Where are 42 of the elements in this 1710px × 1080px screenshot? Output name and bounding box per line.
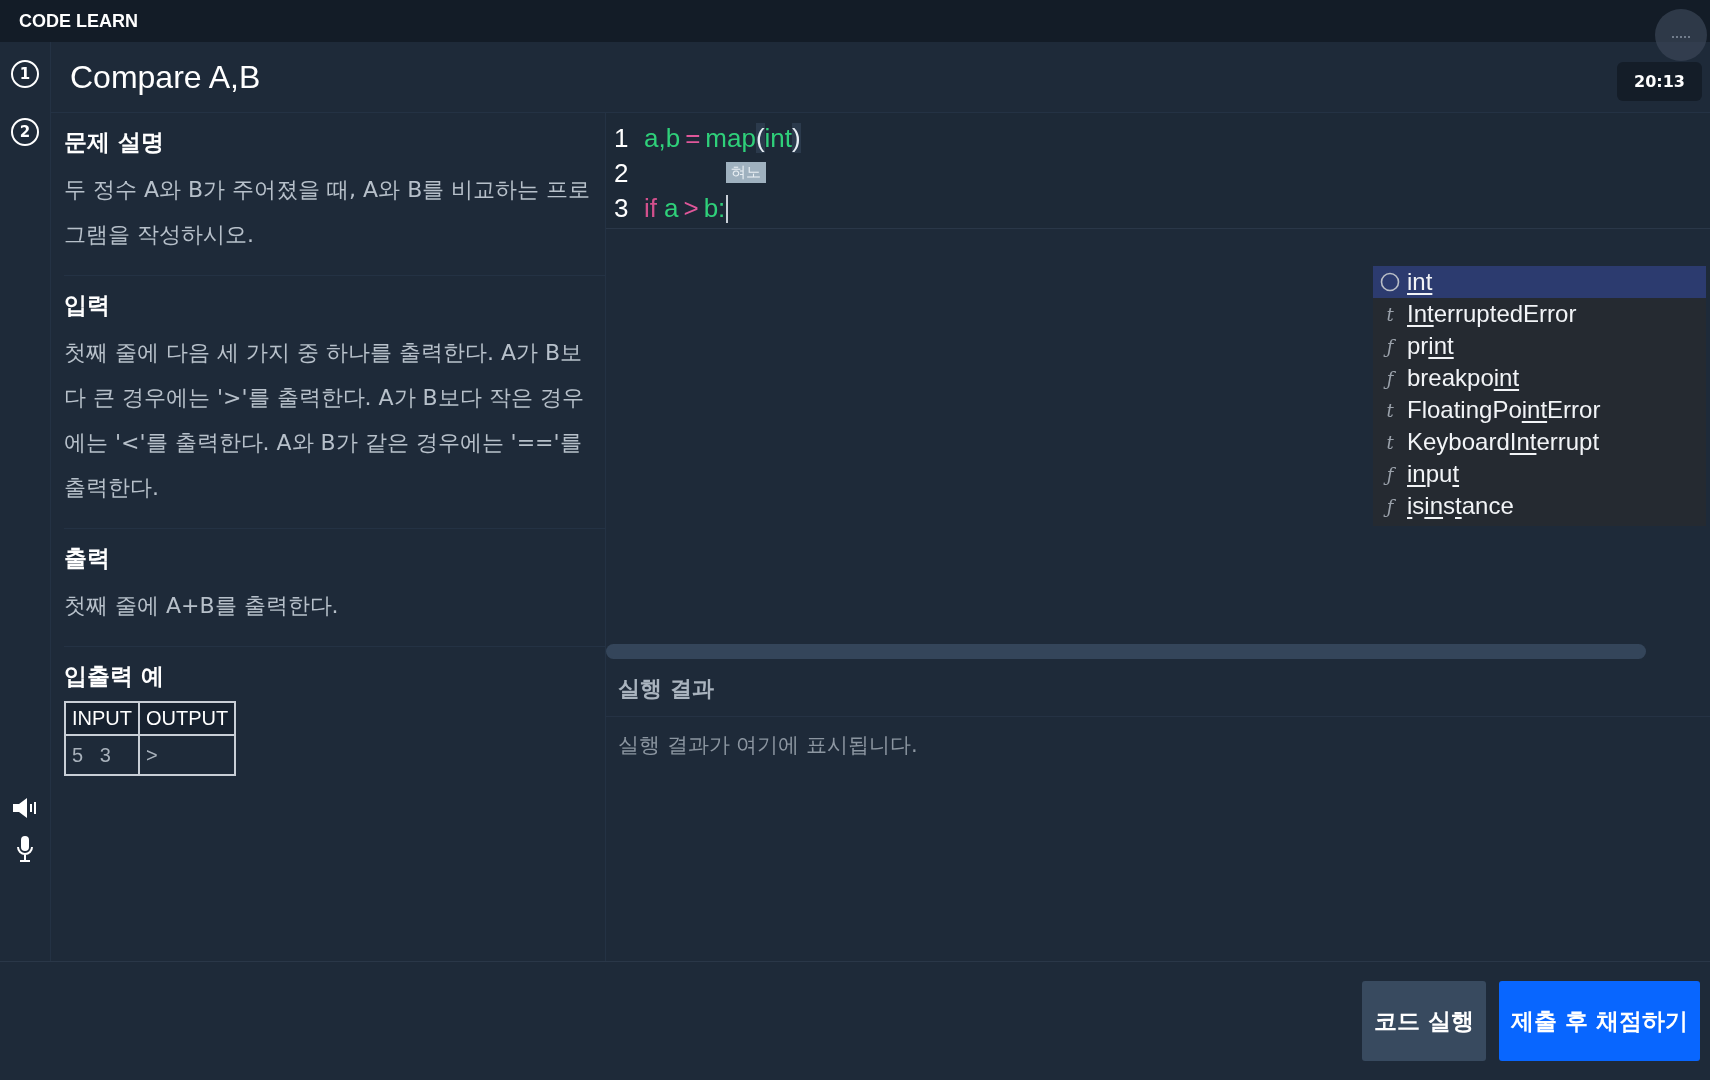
suggestion-item[interactable]: t FloatingPointError [1373, 394, 1706, 426]
section-heading: 입력 [64, 291, 111, 320]
ime-composition-hint: 혀노 [726, 162, 766, 183]
text-cursor [726, 194, 729, 223]
submit-button[interactable]: 제출 후 채점하기 [1499, 981, 1700, 1061]
line-number: 3 [614, 193, 630, 224]
line-number: 1 [614, 123, 630, 154]
section-heading: 출력 [64, 544, 111, 573]
type-icon: t [1386, 431, 1394, 453]
suggestion-item[interactable]: int [1373, 266, 1706, 298]
step-number[interactable]: 1 [11, 60, 39, 88]
suggestion-item[interactable]: t KeyboardInterrupt [1373, 426, 1706, 458]
suggestion-item[interactable]: ƒ input [1373, 458, 1706, 490]
suggestion-item[interactable]: ƒ breakpoint [1373, 362, 1706, 394]
speaker-icon[interactable] [12, 797, 38, 819]
table-cell: > [139, 735, 236, 775]
suggestion-item[interactable]: ƒ isinstance [1373, 490, 1706, 522]
problem-title: Compare A,B [70, 58, 261, 96]
section-heading: 문제 설명 [64, 128, 165, 157]
suggestion-item[interactable]: t InterruptedError [1373, 298, 1706, 330]
timer: 20:13 [1617, 61, 1702, 101]
table-cell: 5 3 [65, 735, 139, 775]
microphone-icon[interactable] [15, 835, 35, 863]
line-number: 2 [614, 158, 630, 189]
code-line: if a > b: [644, 193, 726, 224]
app-title: CODE LEARN [19, 10, 138, 32]
section-heading: 입출력 예 [64, 662, 165, 691]
result-heading: 실행 결과 [606, 668, 1710, 717]
column-header: INPUT [65, 702, 139, 735]
result-output: 실행 결과가 여기에 표시됩니다. [617, 732, 919, 759]
type-icon: t [1386, 399, 1394, 421]
section-text: 첫째 줄에 다음 세 가지 중 하나를 출력한다. A가 B보다 큰 경우에는 '>'를 출력한다. A가 B보다 작은 경우에는 '<'를 출력한다. A와 B가 같은 경우에는 '=='를 출력한다. [64, 339, 585, 502]
section-text: 두 정수 A와 B가 주어졌을 때, A와 B를 비교하는 프로그램을 작성하시오. [64, 176, 592, 249]
run-button[interactable]: 코드 실행 [1361, 981, 1486, 1061]
section-text: 첫째 줄에 A+B를 출력한다. [64, 592, 340, 620]
scrollbar[interactable] [606, 643, 1646, 659]
code-line: a,b = map(int) [644, 123, 801, 154]
keyword-icon [1380, 272, 1400, 292]
step-number[interactable]: 2 [11, 118, 39, 146]
column-header: OUTPUT [139, 702, 236, 735]
suggestion-item[interactable]: ƒ print [1373, 330, 1706, 362]
type-icon: t [1386, 303, 1394, 325]
